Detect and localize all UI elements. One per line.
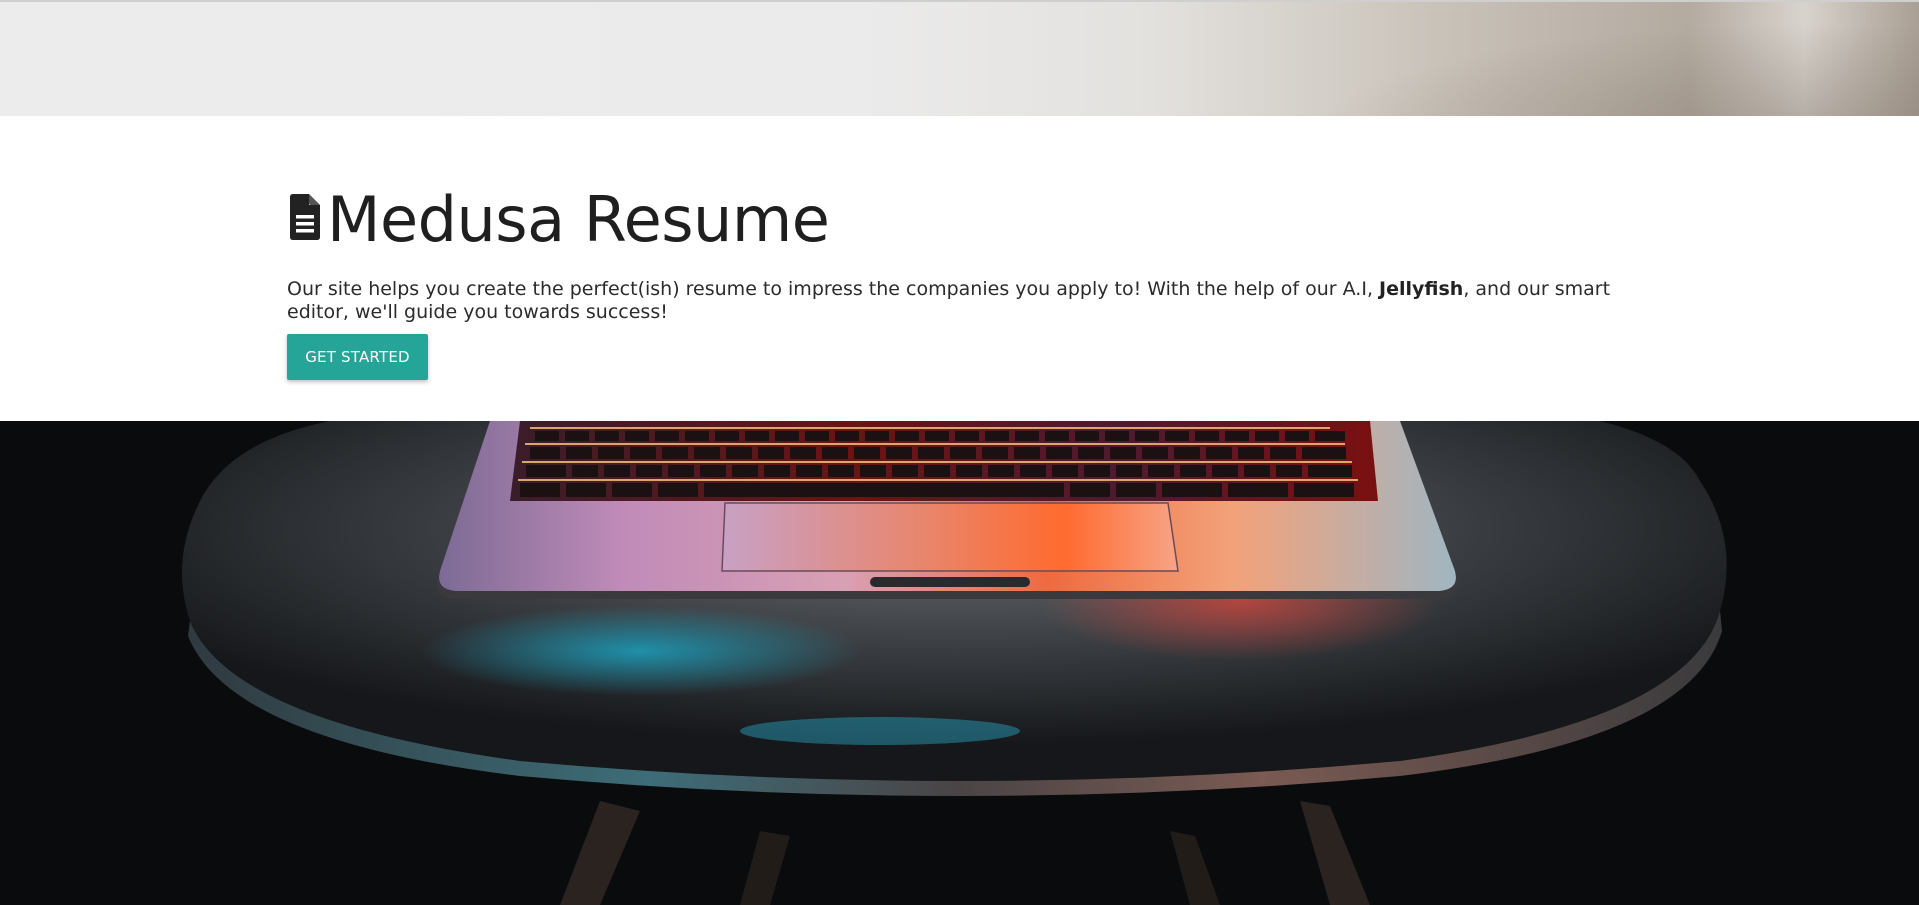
- laptop-photo-illustration: [0, 421, 1919, 905]
- hero-description-text-start: Our site helps you create the perfect(is…: [287, 278, 1380, 300]
- ai-name-highlight: Jellyfish: [1379, 278, 1464, 300]
- hero-description: Our site helps you create the perfect(is…: [287, 278, 1627, 324]
- hero-title-row: Medusa Resume: [287, 180, 830, 260]
- file-document-icon: [290, 194, 320, 240]
- laptop-on-chair-photo: [0, 421, 1919, 905]
- get-started-button[interactable]: GET STARTED: [287, 334, 428, 380]
- background-photo-shade: [1219, 2, 1919, 116]
- background-photo-top: [0, 0, 1919, 116]
- hero-section: Medusa Resume Our site helps you create …: [0, 116, 1919, 421]
- page-title: Medusa Resume: [327, 183, 830, 256]
